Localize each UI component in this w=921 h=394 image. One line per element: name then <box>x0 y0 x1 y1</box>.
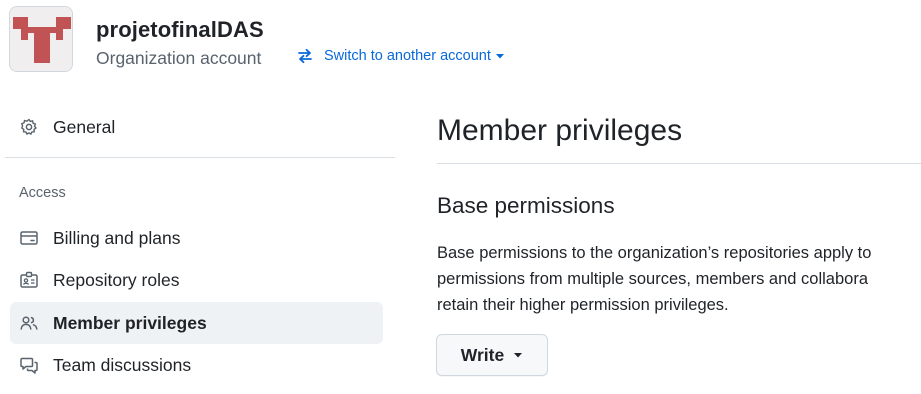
base-permission-dropdown[interactable]: Write <box>436 334 548 376</box>
caret-down-icon <box>513 351 523 359</box>
title-divider <box>437 163 921 164</box>
sidebar-item-label: Member privileges <box>53 312 207 333</box>
id-badge-icon <box>19 270 39 290</box>
sidebar-item-repository-roles[interactable]: Repository roles <box>10 259 383 301</box>
comment-discussion-icon <box>19 355 39 375</box>
arrow-switch-icon <box>296 48 314 64</box>
sidebar-item-member-privileges[interactable]: Member privileges <box>10 302 383 344</box>
sidebar-item-label: Team discussions <box>53 354 192 375</box>
account-type-label: Organization account <box>96 48 262 68</box>
org-name: projetofinalDAS <box>96 17 264 42</box>
credit-card-icon <box>19 228 39 248</box>
sidebar-item-general[interactable]: General <box>10 106 383 148</box>
base-permissions-description: Base permissions to the organization’s r… <box>437 240 921 318</box>
page-title: Member privileges <box>437 114 683 147</box>
sidebar-item-label: Repository roles <box>53 269 180 290</box>
sidebar-item-billing[interactable]: Billing and plans <box>10 217 383 259</box>
sidebar-item-team-discussions[interactable]: Team discussions <box>10 344 383 386</box>
switch-account-label: Switch to another account <box>324 48 491 64</box>
description-line: permissions from multiple sources, membe… <box>437 270 868 288</box>
org-identicon <box>10 7 72 71</box>
people-icon <box>19 313 39 333</box>
sidebar-divider <box>5 157 395 158</box>
switch-account-link[interactable]: Switch to another account <box>296 48 505 64</box>
section-title-base-permissions: Base permissions <box>437 193 615 218</box>
base-permission-value: Write <box>460 344 505 365</box>
gear-icon <box>19 117 39 137</box>
sidebar-item-label: General <box>53 116 116 137</box>
sidebar-heading-access: Access <box>19 185 66 201</box>
sidebar-item-label: Billing and plans <box>53 227 181 248</box>
org-avatar <box>9 6 73 72</box>
description-line: retain their higher permission privilege… <box>437 296 729 314</box>
description-line: Base permissions to the organization’s r… <box>437 244 872 262</box>
caret-down-icon <box>495 52 505 60</box>
